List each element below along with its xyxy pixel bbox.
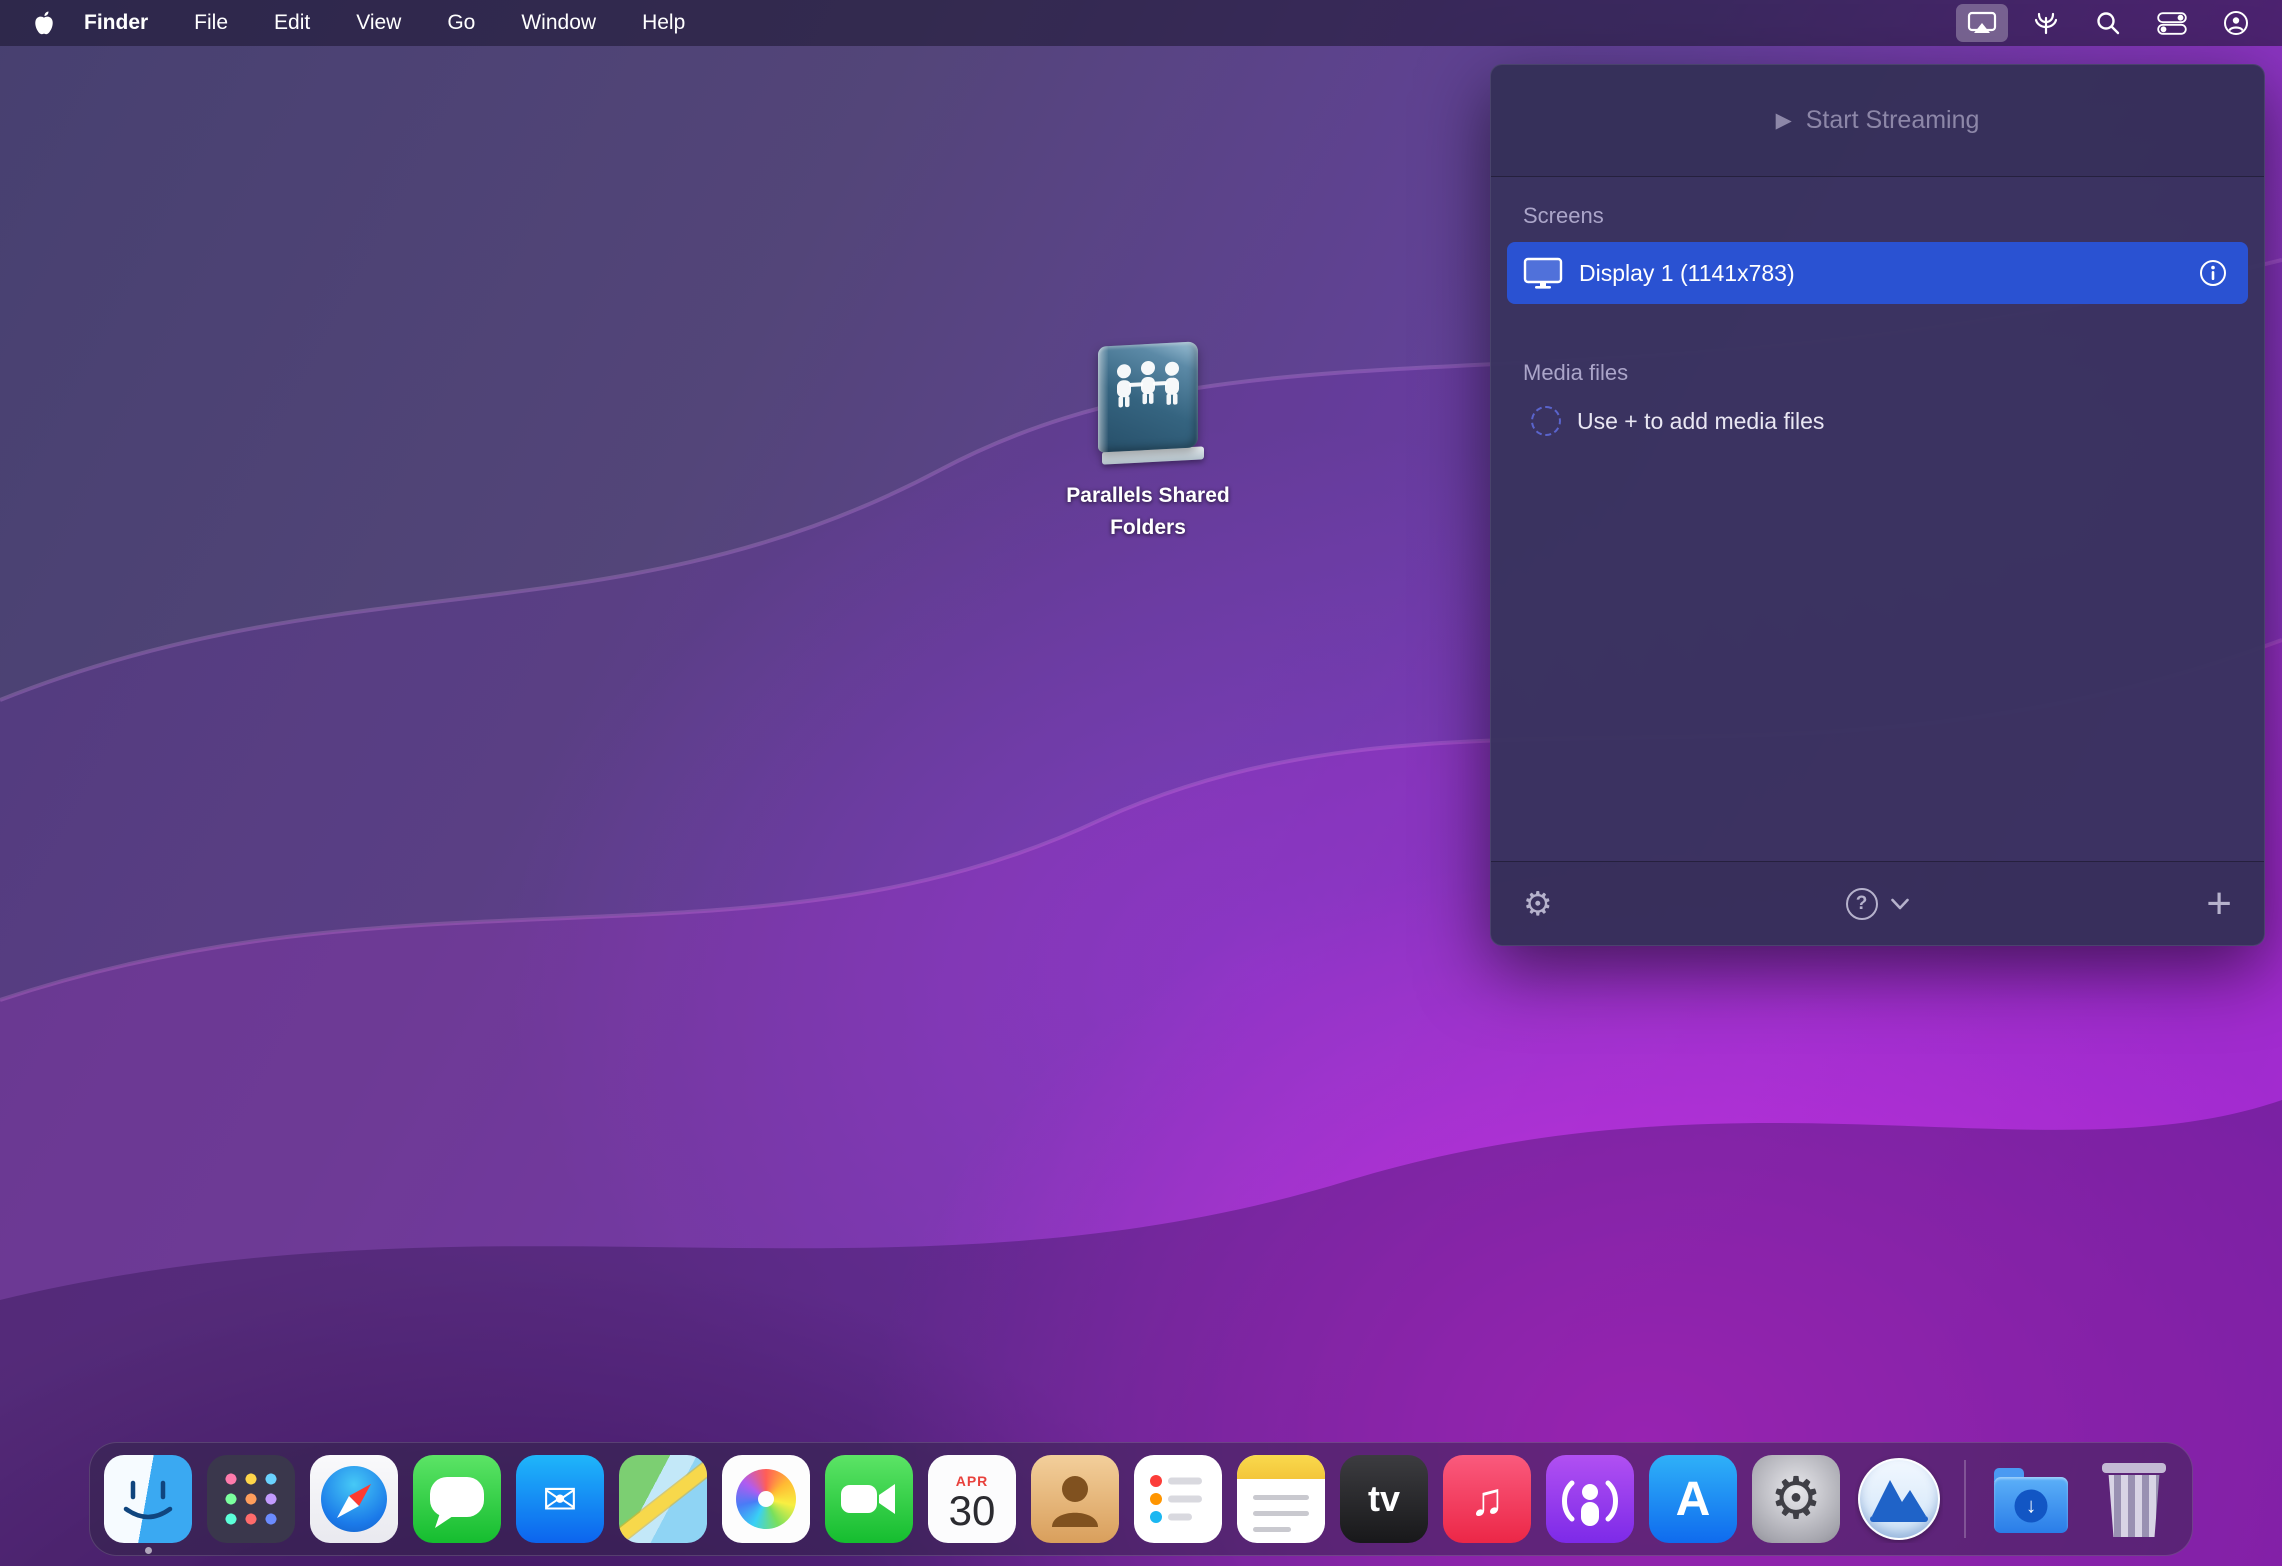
- media-hint-text: Use + to add media files: [1577, 408, 1824, 435]
- desktop-icon-label: Parallels Shared Folders: [1038, 480, 1258, 543]
- dock-system-preferences[interactable]: ⚙: [1752, 1455, 1840, 1543]
- trash-icon: [2090, 1455, 2178, 1543]
- control-center-icon[interactable]: [2146, 5, 2198, 42]
- dock-safari[interactable]: [310, 1455, 398, 1543]
- dock-contacts[interactable]: [1031, 1455, 1119, 1543]
- help-menu-button[interactable]: ?: [1846, 888, 1910, 920]
- dock-notes[interactable]: [1237, 1455, 1325, 1543]
- help-icon: ?: [1846, 888, 1878, 920]
- screen-mirroring-icon[interactable]: [1956, 4, 2008, 42]
- mail-icon: ✉: [516, 1455, 604, 1543]
- dock-podcasts[interactable]: [1546, 1455, 1634, 1543]
- shared-folders-drive-icon: [1084, 340, 1212, 464]
- menu-view[interactable]: View: [356, 11, 401, 35]
- menubar: Finder File Edit View Go Window Help: [0, 0, 2282, 46]
- dock-apple-tv[interactable]: tv: [1340, 1455, 1428, 1543]
- downloads-folder-icon: ↓: [1987, 1455, 2075, 1543]
- popup-toolbar: ⚙ ? +: [1491, 861, 2264, 945]
- display-row-label: Display 1 (1141x783): [1579, 260, 2182, 287]
- play-icon: ▶: [1776, 108, 1792, 133]
- contacts-icon: [1031, 1455, 1119, 1543]
- dock-facetime[interactable]: [825, 1455, 913, 1543]
- dock-photos[interactable]: [722, 1455, 810, 1543]
- popup-content: Screens Display 1 (1141x783) Media files…: [1491, 177, 2264, 861]
- media-section-label: Media files: [1523, 360, 2232, 386]
- menu-file[interactable]: File: [194, 11, 228, 35]
- desktop-icon-parallels-shared-folders[interactable]: Parallels Shared Folders: [1038, 340, 1258, 543]
- dock-separator: [1964, 1460, 1966, 1538]
- menu-window[interactable]: Window: [521, 11, 596, 35]
- messages-icon: [413, 1455, 501, 1543]
- dock-finder[interactable]: [104, 1455, 192, 1543]
- dock-reminders[interactable]: [1134, 1455, 1222, 1543]
- menu-edit[interactable]: Edit: [274, 11, 310, 35]
- media-placeholder-icon: [1531, 406, 1561, 436]
- dock-maps[interactable]: [619, 1455, 707, 1543]
- reminders-icon: [1134, 1455, 1222, 1543]
- settings-gear-icon[interactable]: ⚙: [1523, 884, 1553, 923]
- dock-calendar[interactable]: APR 30: [928, 1455, 1016, 1543]
- app-store-icon: A: [1649, 1455, 1737, 1543]
- info-icon[interactable]: [2198, 258, 2228, 288]
- system-preferences-icon: ⚙: [1752, 1455, 1840, 1543]
- facetime-icon: [825, 1455, 913, 1543]
- dock: ✉ APR 30: [89, 1442, 2193, 1556]
- maps-icon: [619, 1455, 707, 1543]
- display-row[interactable]: Display 1 (1141x783): [1507, 242, 2248, 304]
- menu-help[interactable]: Help: [642, 11, 685, 35]
- streaming-app-icon: [1855, 1455, 1943, 1543]
- calendar-icon: APR 30: [928, 1455, 1016, 1543]
- apple-logo[interactable]: [34, 11, 54, 35]
- dock-music[interactable]: ♫: [1443, 1455, 1531, 1543]
- dock-launchpad[interactable]: [207, 1455, 295, 1543]
- user-switch-icon[interactable]: [2212, 3, 2260, 43]
- safari-icon: [310, 1455, 398, 1543]
- music-icon: ♫: [1443, 1455, 1531, 1543]
- media-placeholder-row[interactable]: Use + to add media files: [1531, 406, 2248, 436]
- notes-icon: [1237, 1455, 1325, 1543]
- dock-container: ✉ APR 30: [89, 1442, 2193, 1556]
- dock-streaming-app[interactable]: [1855, 1455, 1943, 1543]
- menubar-status-area: [1956, 3, 2260, 43]
- dock-downloads[interactable]: ↓: [1987, 1455, 2075, 1543]
- chevron-down-icon: [1890, 897, 1910, 911]
- streaming-status-icon[interactable]: [2022, 3, 2070, 43]
- launchpad-icon: [207, 1455, 295, 1543]
- download-arrow-icon: ↓: [2015, 1490, 2048, 1523]
- start-streaming-button[interactable]: ▶ Start Streaming: [1491, 65, 2264, 177]
- calendar-day: 30: [949, 1489, 996, 1533]
- apple-tv-icon: tv: [1340, 1455, 1428, 1543]
- screens-section-label: Screens: [1523, 203, 2232, 229]
- dock-app-store[interactable]: A: [1649, 1455, 1737, 1543]
- active-app-menu[interactable]: Finder: [84, 11, 148, 35]
- add-media-button[interactable]: +: [2206, 882, 2232, 926]
- dock-trash[interactable]: [2090, 1455, 2178, 1543]
- spotlight-icon[interactable]: [2084, 3, 2132, 43]
- streaming-popup: ▶ Start Streaming Screens Display 1 (114…: [1490, 64, 2265, 946]
- start-streaming-label: Start Streaming: [1806, 106, 1980, 135]
- dock-mail[interactable]: ✉: [516, 1455, 604, 1543]
- podcasts-icon: [1546, 1455, 1634, 1543]
- finder-icon: [104, 1455, 192, 1543]
- menu-go[interactable]: Go: [447, 11, 475, 35]
- menubar-left: Finder File Edit View Go Window Help: [22, 11, 731, 35]
- photos-icon: [722, 1455, 810, 1543]
- display-icon: [1523, 256, 1563, 290]
- dock-messages[interactable]: [413, 1455, 501, 1543]
